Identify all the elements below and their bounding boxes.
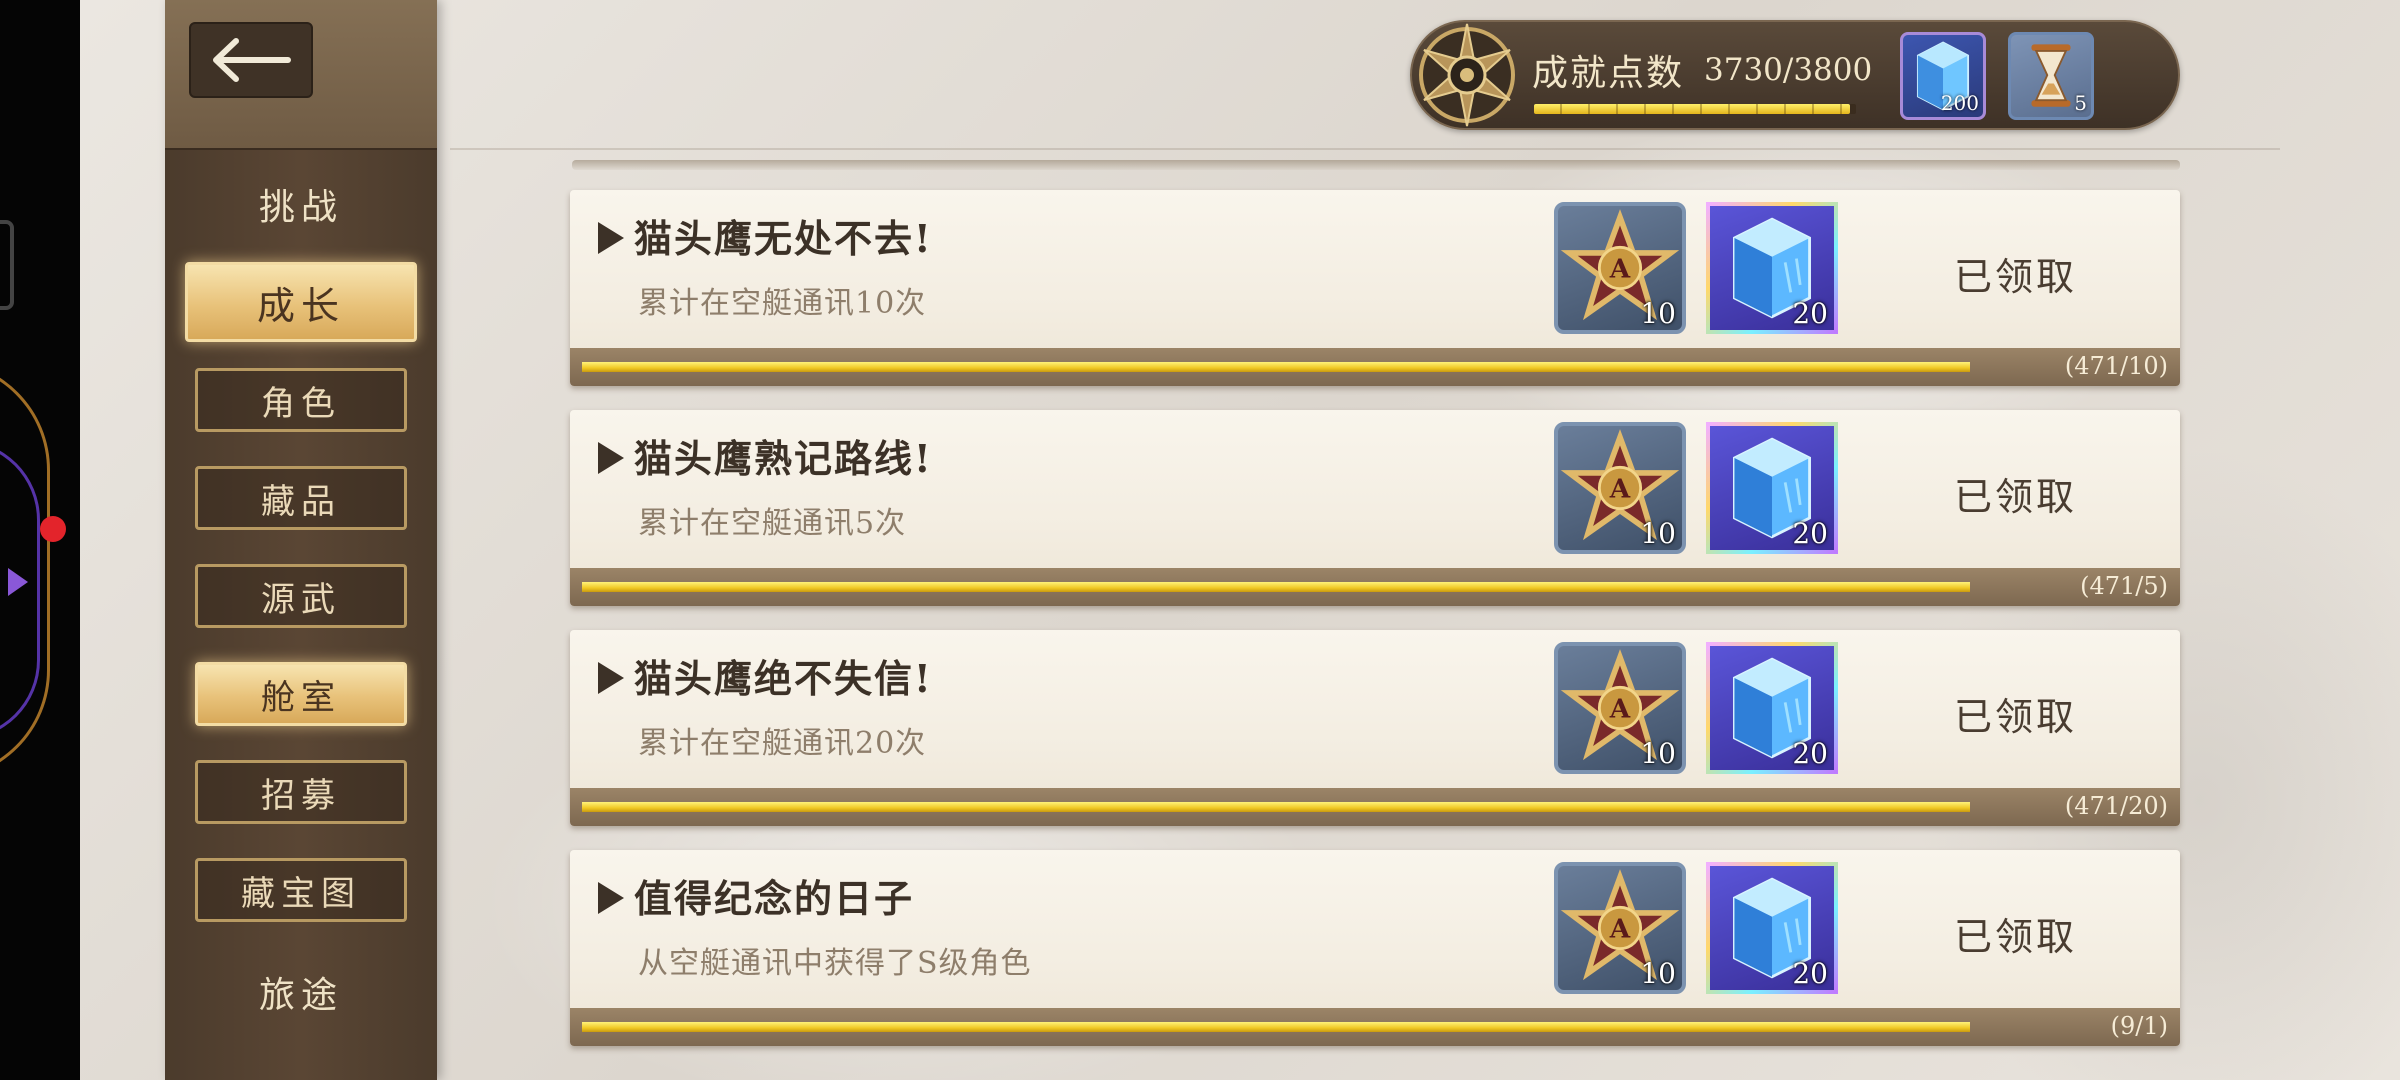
list-top-divider <box>572 160 2180 170</box>
reward-count: 10 <box>1640 297 1676 330</box>
reward-star-medal[interactable]: A 10 <box>1554 862 1686 994</box>
claimed-status: 已领取 <box>1954 915 2078 959</box>
achievement-description: 从空艇通讯中获得了S级角色 <box>638 946 1032 981</box>
achievement-card[interactable]: 猫头鹰无处不去! 累计在空艇通讯10次 A 10 20 已领取 (471/10) <box>570 190 2180 386</box>
sidebar-item-treasure-map[interactable]: 藏宝图 <box>195 858 407 922</box>
reward-crystal[interactable]: 20 <box>1706 202 1838 334</box>
expand-triangle-icon <box>598 662 624 694</box>
reward-count: 20 <box>1792 737 1828 770</box>
svg-text:A: A <box>1609 253 1631 284</box>
achievement-title: 猫头鹰熟记路线! <box>598 428 933 483</box>
progress-bar: (471/20) <box>570 788 2180 826</box>
reward-count: 10 <box>1640 517 1676 550</box>
progress-bar: (471/10) <box>570 348 2180 386</box>
reward-crystal[interactable]: 20 <box>1706 862 1838 994</box>
progress-text: (471/5) <box>2080 572 2168 600</box>
reward-count: 20 <box>1792 957 1828 990</box>
compass-emblem-icon <box>1419 23 1515 127</box>
achievement-points-progress <box>1534 104 1856 114</box>
crystal-count: 200 <box>1940 91 1979 115</box>
svg-text:A: A <box>1609 913 1631 944</box>
achievement-title: 值得纪念的日子 <box>598 868 914 923</box>
svg-text:A: A <box>1609 473 1631 504</box>
sidebar-item-recruit[interactable]: 招募 <box>195 760 407 824</box>
expand-triangle-icon <box>598 442 624 474</box>
achievement-points-progress-fill <box>1534 104 1850 114</box>
achievement-card[interactable]: 猫头鹰绝不失信! 累计在空艇通讯20次 A 10 20 已领取 (471/20) <box>570 630 2180 826</box>
expand-triangle-icon <box>598 222 624 254</box>
achievement-description: 累计在空艇通讯10次 <box>638 286 927 321</box>
recording-dot-icon <box>40 516 66 542</box>
achievement-points-value: 3730/3800 <box>1704 52 1873 88</box>
reward-count: 10 <box>1640 737 1676 770</box>
progress-text: (9/1) <box>2110 1012 2168 1040</box>
claimed-status: 已领取 <box>1954 695 2078 739</box>
achievement-points-bar: 成就点数 3730/3800 200 5 <box>1410 20 2180 130</box>
progress-text: (471/20) <box>2064 792 2168 820</box>
reward-star-medal[interactable]: A 10 <box>1554 642 1686 774</box>
reward-star-medal[interactable]: A 10 <box>1554 202 1686 334</box>
progress-bar: (9/1) <box>570 1008 2180 1046</box>
hourglass-count: 5 <box>2074 91 2087 115</box>
crystal-currency[interactable]: 200 <box>1900 32 1986 120</box>
achievement-card[interactable]: 猫头鹰熟记路线! 累计在空艇通讯5次 A 10 20 已领取 (471/5) <box>570 410 2180 606</box>
edge-arrow-icon[interactable] <box>8 568 28 596</box>
sidebar-item-cabin[interactable]: 舱室 <box>195 662 407 726</box>
claimed-status: 已领取 <box>1954 255 2078 299</box>
reward-count: 10 <box>1640 957 1676 990</box>
achievement-title-text: 猫头鹰熟记路线! <box>634 436 933 481</box>
device-edge <box>0 0 80 1080</box>
sidebar-item-growth[interactable]: 成长 <box>185 262 417 342</box>
achievement-title-text: 值得纪念的日子 <box>634 876 915 921</box>
divider <box>450 148 2280 150</box>
sidebar-heading-challenge[interactable]: 挑战 <box>165 178 437 230</box>
progress-fill <box>582 362 1970 372</box>
progress-fill <box>582 582 1970 592</box>
claimed-status: 已领取 <box>1954 475 2078 519</box>
achievement-card[interactable]: 值得纪念的日子 从空艇通讯中获得了S级角色 A 10 20 已领取 (9/1) <box>570 850 2180 1046</box>
reward-count: 20 <box>1792 297 1828 330</box>
achievement-title-text: 猫头鹰无处不去! <box>634 216 933 261</box>
hourglass-currency[interactable]: 5 <box>2008 32 2094 120</box>
progress-text: (471/10) <box>2064 352 2168 380</box>
category-sidebar: 挑战 成长 角色 藏品 源武 舱室 招募 藏宝图 旅途 <box>165 0 437 1080</box>
progress-track <box>582 582 1970 592</box>
achievement-title: 猫头鹰绝不失信! <box>598 648 933 703</box>
progress-track <box>582 802 1970 812</box>
back-arrow-icon <box>213 38 291 82</box>
progress-fill <box>582 1022 1970 1032</box>
progress-track <box>582 362 1970 372</box>
achievement-points-label: 成就点数 <box>1532 53 1685 94</box>
sidebar-item-collection[interactable]: 藏品 <box>195 466 407 530</box>
reward-crystal[interactable]: 20 <box>1706 422 1838 554</box>
reward-count: 20 <box>1792 517 1828 550</box>
achievement-description: 累计在空艇通讯20次 <box>638 726 927 761</box>
achievement-title: 猫头鹰无处不去! <box>598 208 933 263</box>
achievement-description: 累计在空艇通讯5次 <box>638 506 907 541</box>
sidebar-item-weapon[interactable]: 源武 <box>195 564 407 628</box>
sidebar-item-character[interactable]: 角色 <box>195 368 407 432</box>
reward-crystal[interactable]: 20 <box>1706 642 1838 774</box>
progress-bar: (471/5) <box>570 568 2180 606</box>
sidebar-heading-journey[interactable]: 旅途 <box>165 966 437 1018</box>
expand-triangle-icon <box>598 882 624 914</box>
svg-text:A: A <box>1609 693 1631 724</box>
progress-track <box>582 1022 1970 1032</box>
edge-hex-icon <box>0 220 14 310</box>
sidebar-header <box>165 0 437 150</box>
achievement-title-text: 猫头鹰绝不失信! <box>634 656 933 701</box>
back-button[interactable] <box>189 22 313 98</box>
reward-star-medal[interactable]: A 10 <box>1554 422 1686 554</box>
progress-fill <box>582 802 1970 812</box>
